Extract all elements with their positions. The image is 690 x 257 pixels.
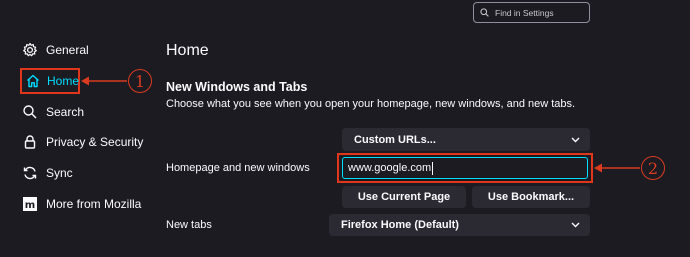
find-in-settings-search[interactable]: Find in Settings [473,2,590,23]
new-tabs-select-value: Firefox Home (Default) [341,219,459,231]
sidebar-item-more-from-mozilla[interactable]: m More from Mozilla [22,192,141,216]
use-bookmark-button[interactable]: Use Bookmark... [472,186,590,208]
sidebar-item-label: Home [47,74,80,88]
sidebar-item-privacy-security[interactable]: Privacy & Security [22,130,143,154]
annotation-arrow-1 [81,76,127,86]
sync-icon [22,165,38,181]
homepage-url-value: www.google.com [348,162,432,174]
sidebar-item-search[interactable]: Search [22,100,84,124]
homepage-url-input[interactable]: www.google.com [342,157,588,179]
svg-text:m: m [25,200,35,211]
sidebar-item-label: Search [46,105,85,119]
gear-icon [22,42,38,58]
homepage-label: Homepage and new windows [166,162,310,174]
chevron-down-icon [571,137,580,142]
annotation-arrow-2 [594,163,640,173]
search-placeholder: Find in Settings [495,7,554,18]
new-tabs-select[interactable]: Firefox Home (Default) [329,214,590,236]
search-icon [480,8,489,17]
chevron-down-icon [571,222,580,228]
sidebar-item-home[interactable]: Home [20,68,80,94]
sidebar-item-sync[interactable]: Sync [22,161,73,185]
sidebar-item-general[interactable]: General [22,38,89,62]
search-icon [22,104,38,120]
sidebar-item-label: Privacy & Security [46,135,144,149]
sidebar-item-label: More from Mozilla [46,197,142,211]
section-title: New Windows and Tabs [166,80,308,94]
homepage-select-value: Custom URLs... [354,133,436,146]
mozilla-icon: m [22,196,38,212]
homepage-select[interactable]: Custom URLs... [342,128,590,151]
annotation-step-2: 2 [641,156,665,180]
new-tabs-label: New tabs [166,219,212,231]
annotation-step-1: 1 [128,69,152,93]
page-title: Home [166,42,209,59]
section-description: Choose what you see when you open your h… [166,98,576,110]
text-caret [432,161,434,175]
sidebar-item-label: General [46,43,89,57]
sidebar-item-label: Sync [46,166,73,180]
lock-icon [22,134,38,150]
home-icon [25,73,41,89]
use-current-page-button[interactable]: Use Current Page [342,186,466,208]
